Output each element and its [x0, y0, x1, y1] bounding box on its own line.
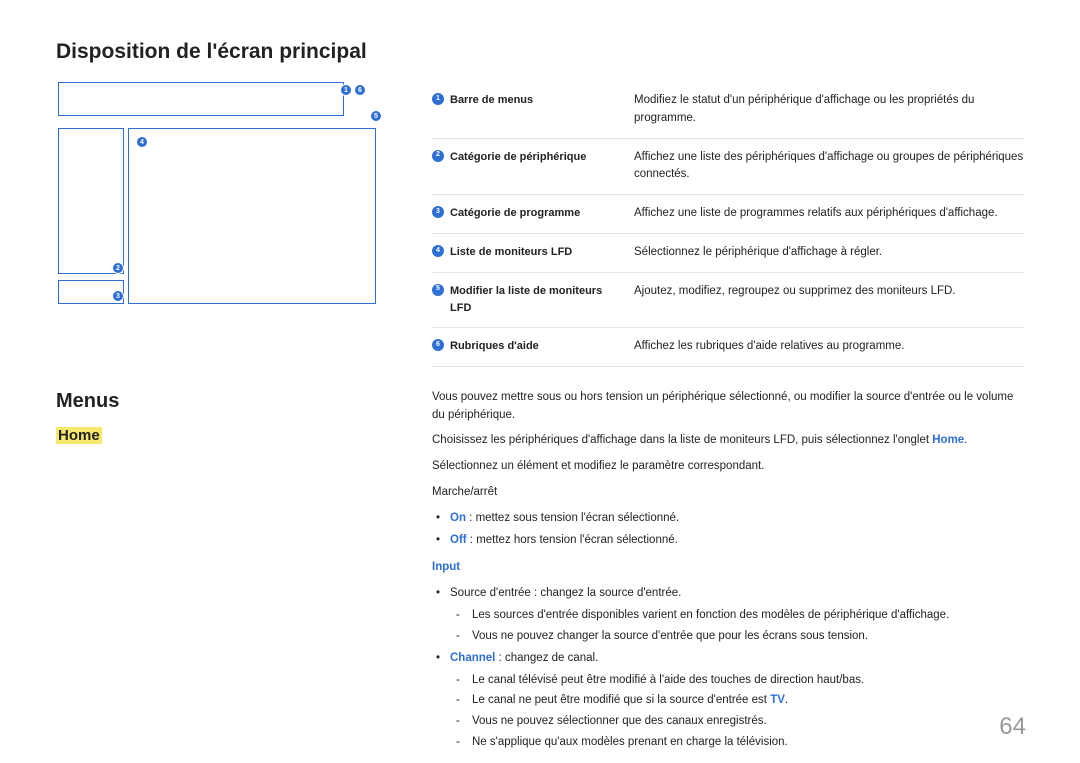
row-desc: Modifiez le statut d'un périphérique d'a… — [634, 92, 1024, 128]
list-item: Le canal ne peut être modifié que si la … — [472, 692, 1024, 710]
table-row: 2 Catégorie de périphérique Affichez une… — [432, 139, 1024, 196]
table-row: 5 Modifier la liste de moniteurs LFD Ajo… — [432, 273, 1024, 328]
channel-keyword: Channel — [450, 652, 495, 664]
row-num-icon: 5 — [432, 284, 444, 296]
callout-6-icon: 6 — [354, 84, 366, 96]
wireframe-menubar-region — [58, 82, 344, 116]
list-item: Channel : changez de canal. Le canal tél… — [450, 650, 1024, 752]
table-row: 1 Barre de menus Modifiez le statut d'un… — [432, 82, 1024, 139]
row-desc: Sélectionnez le périphérique d'affichage… — [634, 244, 1024, 262]
list-item: Vous ne pouvez sélectionner que des cana… — [472, 713, 1024, 731]
row-label: Catégorie de programme — [450, 205, 580, 222]
intro-paragraph: Vous pouvez mettre sous ou hors tension … — [432, 389, 1024, 425]
row-num-icon: 6 — [432, 339, 444, 351]
input-list: Source d'entrée : changez la source d'en… — [432, 585, 1024, 752]
row-num-icon: 3 — [432, 206, 444, 218]
list-item: Le canal télévisé peut être modifié à l'… — [472, 672, 1024, 690]
choose-paragraph: Choisissez les périphériques d'affichage… — [432, 432, 1024, 450]
callout-5-icon: 5 — [370, 110, 382, 122]
page-title: Disposition de l'écran principal — [56, 40, 1024, 64]
row-num-icon: 1 — [432, 93, 444, 105]
callout-3-icon: 3 — [112, 290, 124, 302]
body-text: Vous pouvez mettre sous ou hors tension … — [432, 389, 1024, 752]
row-desc: Affichez une liste de programmes relatif… — [634, 205, 1024, 223]
input-heading: Input — [432, 559, 1024, 577]
definition-table: 1 Barre de menus Modifiez le statut d'un… — [432, 82, 1024, 367]
callout-4-icon: 4 — [136, 136, 148, 148]
list-item: Source d'entrée : changez la source d'en… — [450, 585, 1024, 645]
row-label: Modifier la liste de moniteurs LFD — [450, 283, 622, 317]
callout-2-icon: 2 — [112, 262, 124, 274]
table-row: 6 Rubriques d'aide Affichez les rubrique… — [432, 328, 1024, 367]
row-label: Rubriques d'aide — [450, 338, 539, 355]
table-row: 3 Catégorie de programme Affichez une li… — [432, 195, 1024, 234]
list-item: Les sources d'entrée disponibles varient… — [472, 607, 1024, 625]
page-number: 64 — [999, 713, 1026, 741]
row-num-icon: 4 — [432, 245, 444, 257]
row-desc: Affichez une liste des périphériques d'a… — [634, 149, 1024, 185]
list-item: Ne s'applique qu'aux modèles prenant en … — [472, 734, 1024, 752]
list-item: Off : mettez hors tension l'écran sélect… — [450, 532, 1024, 550]
list-item: Vous ne pouvez changer la source d'entré… — [472, 628, 1024, 646]
tv-keyword: TV — [770, 694, 785, 706]
callout-1-icon: 1 — [340, 84, 352, 96]
table-row: 4 Liste de moniteurs LFD Sélectionnez le… — [432, 234, 1024, 273]
marche-label: Marche/arrêt — [432, 484, 1024, 502]
row-label: Liste de moniteurs LFD — [450, 244, 572, 261]
select-paragraph: Sélectionnez un élément et modifiez le p… — [432, 458, 1024, 476]
layout-wireframe: 1 6 5 4 2 3 — [56, 82, 376, 322]
right-column: 1 Barre de menus Modifiez le statut d'un… — [432, 82, 1024, 758]
onoff-list: On : mettez sous tension l'écran sélecti… — [432, 510, 1024, 550]
wireframe-monitor-list-region — [128, 128, 376, 304]
row-label: Barre de menus — [450, 92, 533, 109]
home-keyword: Home — [932, 434, 964, 446]
wireframe-device-category-region — [58, 128, 124, 274]
left-column: 1 6 5 4 2 3 Menus Home — [56, 82, 376, 758]
row-num-icon: 2 — [432, 150, 444, 162]
menus-heading: Menus — [56, 390, 376, 413]
row-desc: Affichez les rubriques d'aide relatives … — [634, 338, 1024, 356]
off-keyword: Off — [450, 534, 467, 546]
on-keyword: On — [450, 512, 466, 524]
list-item: On : mettez sous tension l'écran sélecti… — [450, 510, 1024, 528]
home-subheading: Home — [56, 427, 102, 444]
row-label: Catégorie de périphérique — [450, 149, 586, 166]
row-desc: Ajoutez, modifiez, regroupez ou supprime… — [634, 283, 1024, 317]
content-row: 1 6 5 4 2 3 Menus Home 1 Barre de menus … — [56, 82, 1024, 758]
